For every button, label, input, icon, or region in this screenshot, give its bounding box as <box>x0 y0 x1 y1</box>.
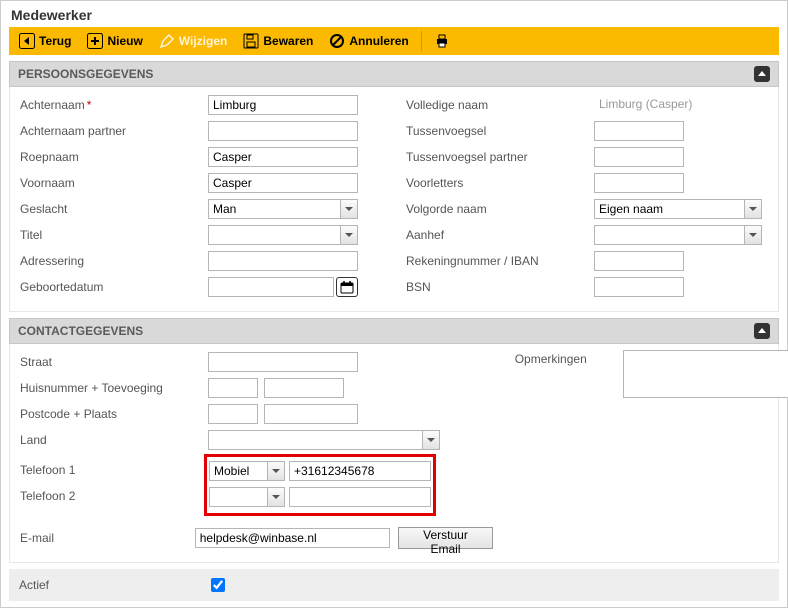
geboortedatum-label: Geboortedatum <box>18 278 208 296</box>
email-label: E-mail <box>18 529 195 547</box>
telefoon-highlight <box>204 454 436 516</box>
geslacht-select[interactable] <box>208 199 340 219</box>
bsn-label: BSN <box>404 278 594 296</box>
postcode-input[interactable] <box>208 404 258 424</box>
back-button[interactable]: Terug <box>13 31 77 51</box>
edit-label: Wijzigen <box>179 34 228 48</box>
cancel-button[interactable]: Annuleren <box>323 31 414 51</box>
huisnr-input[interactable] <box>208 378 258 398</box>
new-label: Nieuw <box>107 34 142 48</box>
new-button[interactable]: Nieuw <box>81 31 148 51</box>
adressering-input[interactable] <box>208 251 358 271</box>
toolbar: Terug Nieuw Wijzigen Bewaren Annuleren <box>9 27 779 55</box>
tussenvoegsel-label: Tussenvoegsel <box>404 122 594 140</box>
chevron-down-icon[interactable] <box>422 430 440 450</box>
tussenvoegsel-partner-input[interactable] <box>594 147 684 167</box>
new-icon <box>87 33 103 49</box>
titel-select[interactable] <box>208 225 340 245</box>
print-icon <box>434 33 450 49</box>
actief-row: Actief <box>9 569 779 601</box>
volledige-naam-label: Volledige naam <box>404 96 594 114</box>
voorletters-input[interactable] <box>594 173 684 193</box>
huisnr-label: Huisnummer + Toevoeging <box>18 379 208 397</box>
section-contact: CONTACTGEGEVENS Straat Huisnummer + Toev… <box>9 318 779 563</box>
collapse-icon[interactable] <box>754 323 770 339</box>
huisnr-toevoeging-input[interactable] <box>264 378 344 398</box>
achternaam-label: Achternaam* <box>18 96 208 114</box>
roepnaam-input[interactable] <box>208 147 358 167</box>
cancel-label: Annuleren <box>349 34 408 48</box>
telefoon2-label: Telefoon 2 <box>18 487 79 505</box>
cancel-icon <box>329 33 345 49</box>
voorletters-label: Voorletters <box>404 174 594 192</box>
chevron-down-icon[interactable] <box>744 199 762 219</box>
opmerkingen-input[interactable] <box>623 350 788 398</box>
telefoon1-label: Telefoon 1 <box>18 461 79 479</box>
adressering-label: Adressering <box>18 252 208 270</box>
tussenvoegsel-input[interactable] <box>594 121 684 141</box>
collapse-icon[interactable] <box>754 66 770 82</box>
chevron-down-icon[interactable] <box>267 487 285 507</box>
back-label: Terug <box>39 34 71 48</box>
back-icon <box>19 33 35 49</box>
achternaam-input[interactable] <box>208 95 358 115</box>
bsn-input[interactable] <box>594 277 684 297</box>
land-label: Land <box>18 431 208 449</box>
calendar-icon[interactable] <box>336 277 358 297</box>
opmerkingen-label: Opmerkingen <box>513 350 623 368</box>
land-select[interactable] <box>208 430 422 450</box>
rekening-label: Rekeningnummer / IBAN <box>404 252 594 270</box>
send-email-button[interactable]: Verstuur Email <box>398 527 492 549</box>
volgorde-naam-select[interactable] <box>594 199 744 219</box>
achternaam-partner-input[interactable] <box>208 121 358 141</box>
section-contact-header: CONTACTGEGEVENS <box>9 318 779 344</box>
telefoon1-input[interactable] <box>289 461 431 481</box>
achternaam-partner-label: Achternaam partner <box>18 122 208 140</box>
roepnaam-label: Roepnaam <box>18 148 208 166</box>
save-icon <box>243 33 259 49</box>
email-input[interactable] <box>195 528 391 548</box>
volledige-naam-value: Limburg (Casper) <box>594 95 697 115</box>
section-personal-title: PERSOONSGEGEVENS <box>18 67 153 81</box>
voornaam-input[interactable] <box>208 173 358 193</box>
postcode-label: Postcode + Plaats <box>18 405 208 423</box>
plaats-input[interactable] <box>264 404 358 424</box>
volgorde-naam-label: Volgorde naam <box>404 200 594 218</box>
actief-checkbox[interactable] <box>211 578 225 592</box>
straat-input[interactable] <box>208 352 358 372</box>
telefoon1-type-select[interactable] <box>209 461 267 481</box>
section-personal-header: PERSOONSGEGEVENS <box>9 61 779 87</box>
aanhef-label: Aanhef <box>404 226 594 244</box>
actief-label: Actief <box>17 576 207 594</box>
save-button[interactable]: Bewaren <box>237 31 319 51</box>
tussenvoegsel-partner-label: Tussenvoegsel partner <box>404 148 594 166</box>
section-contact-title: CONTACTGEGEVENS <box>18 324 143 338</box>
toolbar-separator <box>421 31 422 51</box>
section-personal: PERSOONSGEGEVENS Achternaam* Achternaam … <box>9 61 779 312</box>
chevron-down-icon[interactable] <box>340 199 358 219</box>
rekening-input[interactable] <box>594 251 684 271</box>
save-label: Bewaren <box>263 34 313 48</box>
straat-label: Straat <box>18 353 208 371</box>
edit-button: Wijzigen <box>153 31 234 51</box>
chevron-down-icon[interactable] <box>340 225 358 245</box>
geboortedatum-input[interactable] <box>208 277 334 297</box>
voornaam-label: Voornaam <box>18 174 208 192</box>
geslacht-label: Geslacht <box>18 200 208 218</box>
telefoon2-input[interactable] <box>289 487 431 507</box>
edit-icon <box>159 33 175 49</box>
aanhef-select[interactable] <box>594 225 744 245</box>
print-button[interactable] <box>428 31 456 51</box>
chevron-down-icon[interactable] <box>267 461 285 481</box>
titel-label: Titel <box>18 226 208 244</box>
chevron-down-icon[interactable] <box>744 225 762 245</box>
telefoon2-type-select[interactable] <box>209 487 267 507</box>
page-title: Medewerker <box>11 7 779 23</box>
